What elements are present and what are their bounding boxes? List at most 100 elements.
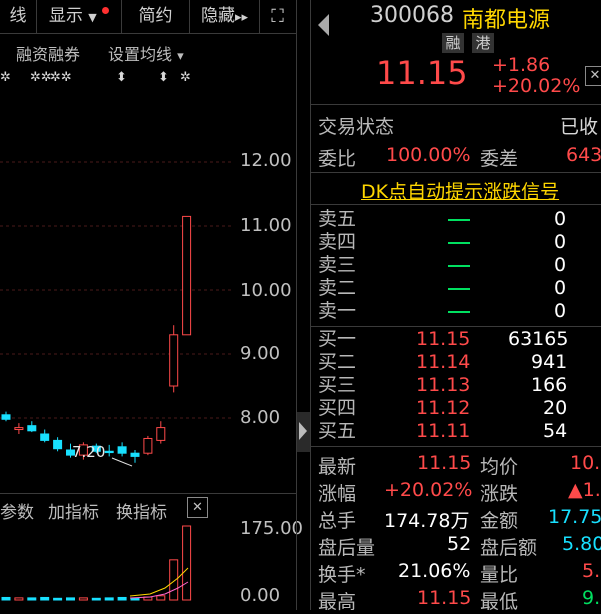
ask-label: 卖四 — [318, 231, 357, 253]
close-indicator-button[interactable]: ✕ — [187, 497, 208, 518]
volume-ma-line — [129, 567, 189, 597]
candle-body — [14, 427, 24, 431]
last-price: 11.15 — [376, 54, 468, 92]
trade-status-label: 交易状态 — [318, 116, 395, 138]
section-divider — [311, 204, 601, 205]
high-value: 11.15 — [417, 587, 472, 609]
trade-status-value: 已收 — [560, 116, 599, 138]
chevron-down-icon: ▾ — [177, 49, 184, 64]
fullscreen-button[interactable]: ⛶ — [260, 0, 295, 33]
order-ratio-label: 委比 — [318, 148, 357, 170]
ask-volume: 0 — [554, 208, 567, 230]
candlestick-chart[interactable] — [0, 96, 232, 496]
turnover-label: 换手* — [318, 564, 366, 586]
candle-body — [1, 414, 11, 420]
simple-button[interactable]: 简约 — [122, 0, 190, 33]
close-panel-button[interactable]: ✕ — [585, 66, 601, 86]
display-button[interactable]: 显示 ▼ — [37, 0, 122, 33]
ask-row[interactable]: 卖一 0 — [318, 300, 601, 323]
bid-row[interactable]: 买二 11.14 941 — [318, 351, 601, 374]
ask-volume: 0 — [554, 254, 567, 276]
volume-tick-label: 0.00 — [240, 585, 281, 606]
panel-divider-right — [310, 0, 311, 610]
bid-row[interactable]: 买一 11.15 63165 — [318, 328, 601, 351]
price-tick-label: 12.00 — [240, 150, 292, 171]
turnover-value: 21.06% — [398, 560, 471, 582]
ask-volume: 0 — [554, 277, 567, 299]
margin-trading-link[interactable]: 融资融券 — [16, 41, 80, 65]
candle — [27, 421, 37, 433]
signal-mark-icon: ✲✲ — [30, 70, 52, 85]
volume-ratio-label: 量比 — [480, 564, 519, 586]
bid-price: 11.15 — [416, 328, 471, 350]
change-value: ▲1. — [568, 479, 601, 501]
ask-row[interactable]: 卖二 0 — [318, 277, 601, 300]
change-label: 涨跌 — [480, 483, 519, 505]
volume-bar — [156, 595, 166, 601]
toolbar-divider — [0, 33, 296, 34]
bid-volume: 63165 — [508, 328, 569, 350]
amount-label: 金额 — [480, 510, 519, 532]
empty-price-dash — [448, 300, 470, 323]
candle-body — [104, 450, 114, 454]
pct-change-value: +20.02% — [384, 479, 473, 501]
price-tick-label: 10.00 — [240, 280, 292, 301]
panel-divider — [296, 0, 297, 610]
bid-volume: 20 — [543, 397, 568, 419]
dk-signal-banner[interactable]: DK点自动提示涨跌信号 — [361, 177, 559, 204]
volume-value: 174.78万 — [384, 510, 470, 532]
collapse-panel-handle[interactable] — [297, 412, 310, 452]
set-ma-label: 设置均线 — [108, 45, 173, 64]
ask-volume: 0 — [554, 300, 567, 322]
ask-row[interactable]: 卖三 0 — [318, 254, 601, 277]
order-ratio-value: 100.00% — [386, 144, 471, 166]
ask-row[interactable]: 卖四 0 — [318, 231, 601, 254]
order-diff-value: 643 — [566, 144, 601, 166]
tab-line[interactable]: 线 — [0, 0, 37, 33]
hide-button[interactable]: 隐藏▸▸ — [190, 0, 260, 33]
volume-ratio-value: 5. — [582, 560, 601, 582]
candle — [40, 429, 50, 443]
after-hours-volume-label: 盘后量 — [318, 537, 376, 559]
candle-body — [169, 334, 179, 387]
candle-body — [40, 433, 50, 441]
stock-code: 300068 — [370, 3, 454, 28]
badge-hk: 港 — [472, 33, 494, 53]
candle-body — [182, 215, 192, 336]
volume-bar — [130, 597, 140, 601]
candle-body — [130, 452, 140, 457]
candle-body — [27, 425, 37, 432]
bid-price: 11.14 — [416, 351, 471, 373]
volume-bar — [66, 597, 75, 601]
after-hours-amount-label: 盘后额 — [480, 537, 538, 559]
bid-row[interactable]: 买四 11.12 20 — [318, 397, 601, 420]
ask-label: 卖一 — [318, 300, 357, 322]
prev-stock-arrow[interactable] — [318, 14, 329, 36]
set-ma-button[interactable]: 设置均线 ▾ — [108, 41, 184, 65]
display-label: 显示 — [48, 6, 83, 26]
bid-row[interactable]: 买五 11.11 54 — [318, 420, 601, 443]
ask-label: 卖五 — [318, 208, 357, 230]
bid-label: 买五 — [318, 420, 357, 442]
close-icon: ✕ — [192, 500, 203, 515]
candle — [182, 215, 192, 336]
signal-mark-icon: ✲✲ — [50, 70, 72, 85]
volume-chart[interactable] — [0, 520, 232, 604]
candle-body — [143, 437, 153, 454]
badge-margin: 融 — [442, 33, 464, 53]
signal-marks-row: ✲ ✲✲ ✲✲ ⬍ ⬍ ✲ — [0, 70, 230, 90]
volume-bar — [169, 559, 179, 601]
candle — [156, 421, 166, 444]
chevron-right-icon — [299, 422, 307, 440]
section-divider — [311, 104, 601, 105]
ask-row[interactable]: 卖五 0 — [318, 208, 601, 231]
pct-change-label: 涨幅 — [318, 483, 357, 505]
price-tick-label: 8.00 — [240, 407, 281, 428]
price-tick-label: 9.00 — [240, 343, 281, 364]
stock-name: 南都电源 — [462, 8, 551, 33]
candle — [1, 411, 11, 422]
candle — [53, 437, 63, 452]
volume-bar — [40, 596, 50, 601]
candle-body — [117, 446, 127, 454]
bid-row[interactable]: 买三 11.13 166 — [318, 374, 601, 397]
